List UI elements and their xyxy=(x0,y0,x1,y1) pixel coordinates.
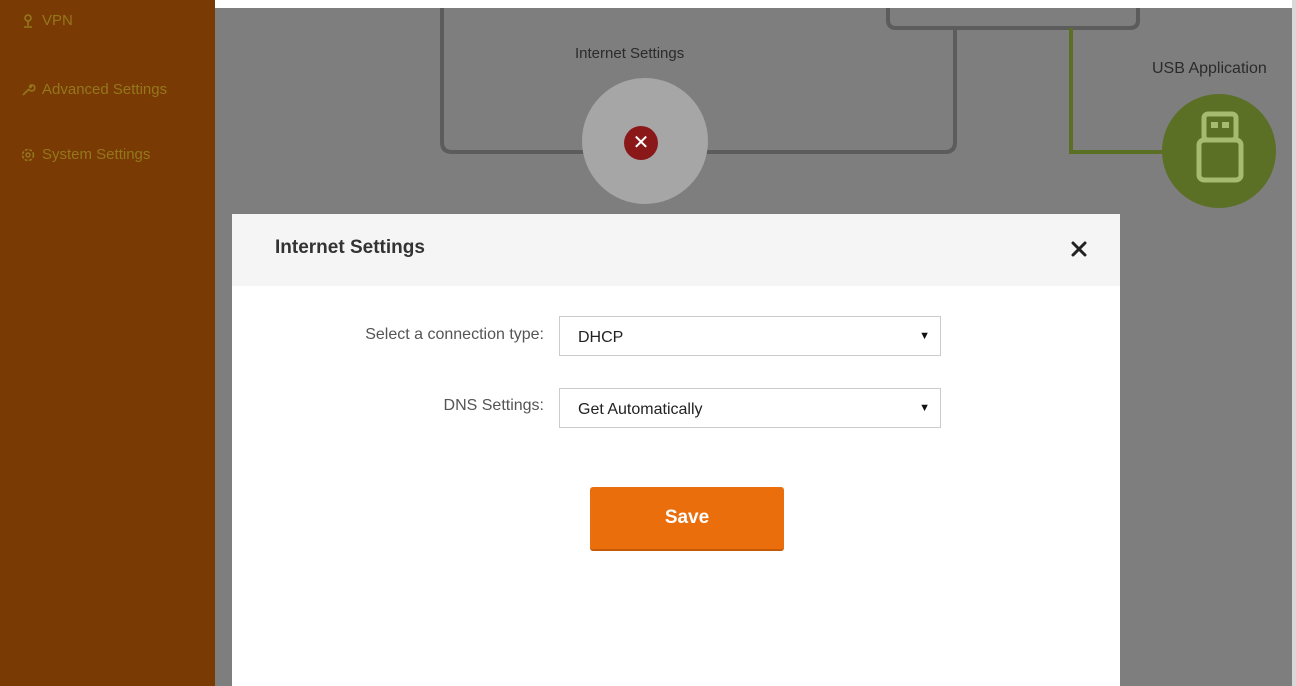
internet-settings-node-label: Internet Settings xyxy=(575,45,685,62)
usb-drive-icon xyxy=(1196,111,1244,183)
save-button[interactable]: Save xyxy=(590,487,784,551)
chevron-down-icon: ▼ xyxy=(919,330,930,342)
usb-application-node[interactable] xyxy=(1162,94,1276,208)
diagram-line-left xyxy=(440,8,588,154)
dns-settings-select[interactable]: Get Automatically ▼ xyxy=(559,388,941,428)
dns-settings-label: DNS Settings: xyxy=(443,397,544,414)
right-edge xyxy=(1292,0,1296,686)
usb-application-node-label: USB Application xyxy=(1152,60,1267,77)
close-icon xyxy=(1071,241,1087,257)
internet-settings-dialog: Internet Settings Select a connection ty… xyxy=(232,214,1120,686)
connection-type-select[interactable]: DHCP ▼ xyxy=(559,316,941,356)
dns-settings-value: Get Automatically xyxy=(578,401,703,418)
close-button[interactable] xyxy=(1066,236,1092,262)
connection-type-value: DHCP xyxy=(578,329,624,346)
dialog-header: Internet Settings xyxy=(232,214,1120,286)
connection-type-label: Select a connection type: xyxy=(365,326,544,343)
diagram-line-usb xyxy=(1069,28,1168,154)
diagram-line-right xyxy=(704,28,957,154)
dialog-title: Internet Settings xyxy=(275,237,425,258)
chevron-down-icon: ▼ xyxy=(919,402,930,414)
error-x-icon: ✕ xyxy=(624,126,658,160)
diagram-line-top xyxy=(886,8,1140,30)
